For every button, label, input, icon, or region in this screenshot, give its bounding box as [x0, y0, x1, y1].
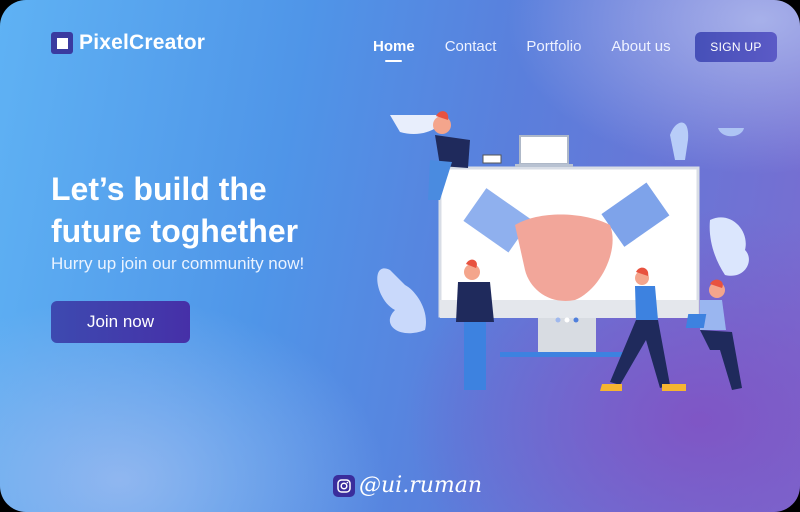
bowl-decoration	[718, 128, 744, 137]
sign-up-button[interactable]: SIGN UP	[695, 32, 777, 62]
monitor-base	[500, 352, 636, 357]
nav-about-us[interactable]: About us	[611, 38, 670, 55]
hero-illustration	[377, 111, 749, 391]
nav-portfolio[interactable]: Portfolio	[526, 38, 581, 55]
hero-title-line-1: Let’s build the	[51, 171, 267, 207]
carousel-dot	[564, 317, 570, 323]
join-now-button[interactable]: Join now	[51, 301, 190, 343]
hero-title: Let’s build the future toghether	[51, 168, 298, 252]
social-handle[interactable]: @ui.ruman	[333, 473, 482, 498]
plant-decoration	[670, 122, 689, 160]
nav-home[interactable]: Home	[373, 38, 415, 62]
hero-subtitle: Hurry up join our community now!	[51, 254, 305, 273]
hero-title-line-2: future toghether	[51, 213, 299, 249]
laptop	[519, 135, 569, 165]
laptop	[685, 314, 707, 328]
brand-name: PixelCreator	[79, 31, 206, 54]
social-handle-text: @ui.ruman	[359, 473, 483, 498]
instagram-icon	[333, 474, 355, 497]
person-sitting-head	[433, 116, 451, 134]
leaf-decoration	[377, 268, 426, 334]
nav-contact[interactable]: Contact	[445, 38, 497, 55]
leaf-decoration	[709, 217, 749, 276]
monitor-stand	[538, 318, 596, 352]
cup	[482, 154, 502, 164]
carousel-dot	[555, 317, 561, 323]
brand-logo[interactable]: PixelCreator	[51, 31, 205, 55]
main-nav: Home Contact Portfolio About us	[373, 38, 671, 62]
square-logo-icon	[51, 32, 73, 54]
landing-page: PixelCreator Home Contact Portfolio Abou…	[0, 0, 800, 512]
carousel-dot	[573, 317, 579, 323]
